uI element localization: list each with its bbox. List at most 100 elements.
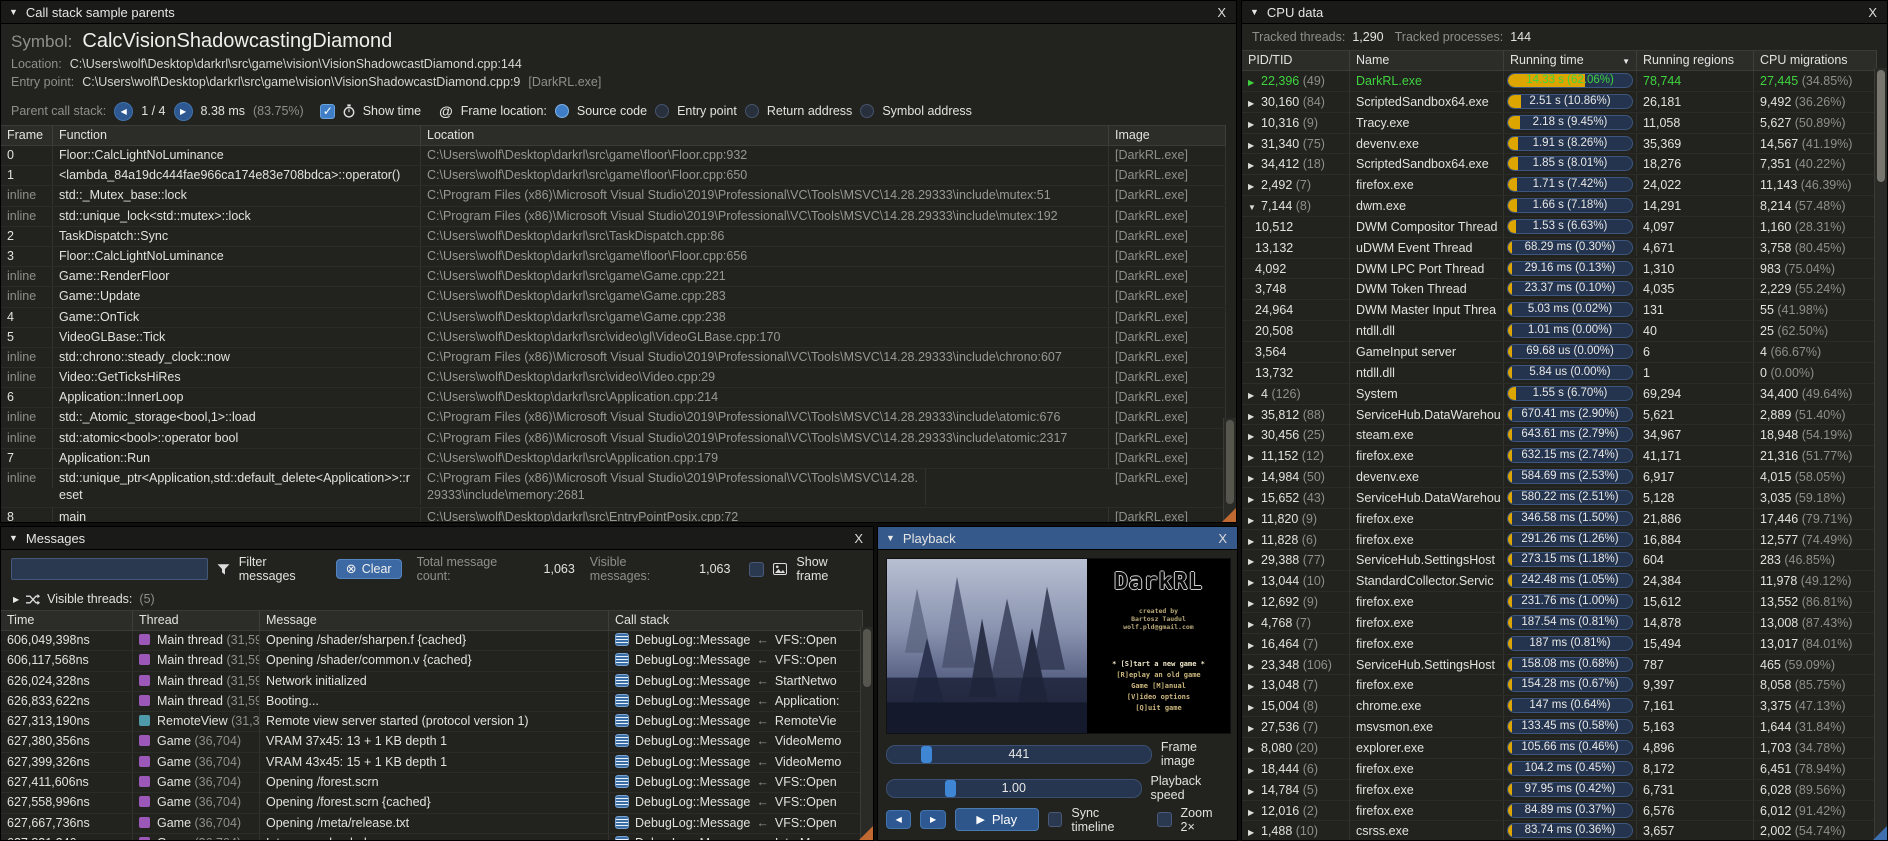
cpu-process-row[interactable]: ▶11,828 (6)firefox.exe291.26 ms (1.26%)1… <box>1242 530 1877 551</box>
cpu-process-row[interactable]: 3,748 DWM Token Thread23.37 ms (0.10%)4,… <box>1242 279 1877 300</box>
expand-icon[interactable]: ▶ <box>1248 762 1261 780</box>
message-row[interactable]: 627,380,356nsGame (36,704)VRAM 37x45: 13… <box>1 732 863 752</box>
expand-icon[interactable]: ▶ <box>1248 512 1261 530</box>
cpu-process-row[interactable]: ▶18,444 (6)firefox.exe104.2 ms (0.45%)8,… <box>1242 759 1877 780</box>
cpu-process-row[interactable]: ▶12,016 (2)firefox.exe84.89 ms (0.37%)6,… <box>1242 801 1877 822</box>
callstack-icon[interactable] <box>615 714 629 727</box>
cpu-process-row[interactable]: ▶1,488 (10)csrss.exe83.74 ms (0.36%)3,65… <box>1242 821 1877 840</box>
radio-return-address[interactable] <box>745 104 759 118</box>
callstack-table-row[interactable]: inlineGame::UpdateC:\Users\wolf\Desktop\… <box>1 287 1226 307</box>
expand-icon[interactable]: ▶ <box>1248 824 1261 840</box>
expand-icon[interactable]: ▶ <box>1248 637 1261 655</box>
message-row[interactable]: 627,831,246nsGame (36,704)Intro menu loa… <box>1 834 863 840</box>
cpu-process-row[interactable]: ▶4 (126)System1.55 s (6.70%)69,29434,400… <box>1242 384 1877 405</box>
callstack-table-row[interactable]: 7Application::RunC:\Users\wolf\Desktop\d… <box>1 449 1226 469</box>
message-row[interactable]: 626,024,328nsMain thread (31,596)Network… <box>1 672 863 692</box>
collapse-icon[interactable]: ▼ <box>886 533 895 543</box>
callstack-icon[interactable] <box>615 816 629 829</box>
cpu-process-row[interactable]: ▶8,080 (20)explorer.exe105.66 ms (0.46%)… <box>1242 738 1877 759</box>
col-header-function[interactable]: Function <box>53 126 421 145</box>
cpu-process-row[interactable]: 4,092 DWM LPC Port Thread29.16 ms (0.13%… <box>1242 259 1877 280</box>
show-time-checkbox[interactable] <box>320 104 335 119</box>
expand-icon[interactable]: ▶ <box>1248 387 1261 405</box>
cpu-process-row[interactable]: ▶29,388 (77)ServiceHub.SettingsHost273.1… <box>1242 550 1877 571</box>
next-callstack-button[interactable]: ▶ <box>174 102 193 121</box>
col-header-image[interactable]: Image <box>1109 126 1226 145</box>
expand-icon[interactable]: ▶ <box>1248 178 1261 196</box>
callstack-table-row[interactable]: 6Application::InnerLoopC:\Users\wolf\Des… <box>1 388 1226 408</box>
cpu-process-row[interactable]: 3,564 GameInput server69.68 us (0.00%)64… <box>1242 342 1877 363</box>
cpu-process-row[interactable]: ▶13,044 (10)StandardCollector.Servic242.… <box>1242 571 1877 592</box>
expand-icon[interactable]: ▶ <box>1248 783 1261 801</box>
cpu-process-row[interactable]: ▶14,784 (5)firefox.exe97.95 ms (0.42%)6,… <box>1242 780 1877 801</box>
callstack-table-row[interactable]: inlineGame::RenderFloorC:\Users\wolf\Des… <box>1 267 1226 287</box>
expand-icon[interactable]: ▶ <box>1248 574 1261 592</box>
callstack-table-row[interactable]: 4Game::OnTickC:\Users\wolf\Desktop\darkr… <box>1 308 1226 328</box>
prev-callstack-button[interactable]: ◀ <box>114 102 133 121</box>
callstack-icon[interactable] <box>615 775 629 788</box>
callstack-table-row[interactable]: 3Floor::CalcLightNoLuminanceC:\Users\wol… <box>1 247 1226 267</box>
resize-handle[interactable] <box>1222 508 1236 522</box>
cpu-process-row[interactable]: ▶23,348 (106)ServiceHub.SettingsHost158.… <box>1242 655 1877 676</box>
expand-icon[interactable]: ▶ <box>1248 449 1261 467</box>
callstack-table-row[interactable]: inlinestd::unique_lock<std::mutex>::lock… <box>1 207 1226 227</box>
sync-timeline-checkbox[interactable] <box>1048 812 1063 827</box>
callstack-icon[interactable] <box>615 755 629 768</box>
callstack-table-row[interactable]: 2TaskDispatch::SyncC:\Users\wolf\Desktop… <box>1 227 1226 247</box>
callstack-table-row[interactable]: inlinestd::chrono::steady_clock::nowC:\P… <box>1 348 1226 368</box>
cpu-process-row[interactable]: ▶10,316 (9)Tracy.exe2.18 s (9.45%)11,058… <box>1242 113 1877 134</box>
expand-icon[interactable]: ▶ <box>1248 428 1261 446</box>
resize-handle[interactable] <box>1873 826 1887 840</box>
cpu-process-row[interactable]: ▶15,652 (43)ServiceHub.DataWarehou580.22… <box>1242 488 1877 509</box>
col-header-thread[interactable]: Thread <box>133 611 260 630</box>
cpu-process-row[interactable]: ▶30,160 (84)ScriptedSandbox64.exe2.51 s … <box>1242 92 1877 113</box>
cpu-process-row[interactable]: ▶16,464 (7)firefox.exe187 ms (0.81%)15,4… <box>1242 634 1877 655</box>
cpu-process-row[interactable]: ▶11,820 (9)firefox.exe346.58 ms (1.50%)2… <box>1242 509 1877 530</box>
expand-icon[interactable]: ▶ <box>1248 470 1261 488</box>
callstack-table-row[interactable]: inlinestd::_Mutex_base::lockC:\Program F… <box>1 186 1226 206</box>
cpu-process-row[interactable]: 13,732 ntdll.dll5.84 us (0.00%)10 (0.00%… <box>1242 363 1877 384</box>
collapse-icon[interactable]: ▼ <box>1250 7 1259 17</box>
clear-button[interactable]: ⊗Clear <box>336 559 402 579</box>
message-row[interactable]: 606,117,568nsMain thread (31,596)Opening… <box>1 651 863 671</box>
message-row[interactable]: 606,049,398nsMain thread (31,596)Opening… <box>1 631 863 651</box>
callstack-icon[interactable] <box>615 674 629 687</box>
callstack-icon[interactable] <box>615 694 629 707</box>
cpu-process-row[interactable]: 24,964 DWM Master Input Threa5.03 ms (0.… <box>1242 300 1877 321</box>
cell-callstack[interactable]: DebugLog::Message←IntroMenu:: <box>609 834 863 840</box>
cell-callstack[interactable]: DebugLog::Message←VFS::Open <box>609 631 863 651</box>
cpu-process-row[interactable]: ▶15,004 (8)chrome.exe147 ms (0.64%)7,161… <box>1242 696 1877 717</box>
expand-icon[interactable]: ▶ <box>1248 616 1261 634</box>
cpu-process-row[interactable]: 20,508 ntdll.dll1.01 ms (0.00%)4025 (62.… <box>1242 321 1877 342</box>
scrollbar-thumb[interactable] <box>863 629 871 687</box>
callstack-scrollbar[interactable] <box>1223 418 1236 522</box>
expand-icon[interactable]: ▶ <box>1248 720 1261 738</box>
cell-callstack[interactable]: DebugLog::Message←Application: <box>609 692 863 712</box>
cell-callstack[interactable]: DebugLog::Message←VFS::Open <box>609 793 863 813</box>
expand-icon[interactable]: ▶ <box>1248 408 1261 426</box>
scrollbar-thumb[interactable] <box>1226 420 1234 504</box>
frame-image-slider[interactable]: 441 <box>886 745 1152 764</box>
expand-icon[interactable]: ▶ <box>1248 595 1261 613</box>
cpu-process-row[interactable]: ▶22,396 (49)DarkRL.exe14.33 s (62.06%)78… <box>1242 71 1877 92</box>
close-icon[interactable]: X <box>1215 5 1228 20</box>
close-icon[interactable]: X <box>1216 531 1229 546</box>
radio-entry-point[interactable] <box>655 104 669 118</box>
callstack-icon[interactable] <box>615 795 629 808</box>
cpu-process-row[interactable]: ▶30,456 (25)steam.exe643.61 ms (2.79%)34… <box>1242 425 1877 446</box>
expand-icon[interactable]: ▶ <box>1248 553 1261 571</box>
step-back-button[interactable]: ◀ <box>886 810 911 829</box>
radio-symbol-address[interactable] <box>860 104 874 118</box>
filter-input[interactable] <box>11 558 208 580</box>
message-row[interactable]: 626,833,622nsMain thread (31,596)Booting… <box>1 692 863 712</box>
message-row[interactable]: 627,399,326nsGame (36,704)VRAM 43x45: 15… <box>1 753 863 773</box>
close-icon[interactable]: X <box>1866 5 1879 20</box>
cpu-process-row[interactable]: ▶2,492 (7)firefox.exe1.71 s (7.42%)24,02… <box>1242 175 1877 196</box>
cpu-process-row[interactable]: 13,132 uDWM Event Thread68.29 ms (0.30%)… <box>1242 238 1877 259</box>
expand-icon[interactable]: ▶ <box>1248 95 1261 113</box>
callstack-icon[interactable] <box>615 653 629 666</box>
cpu-process-row[interactable]: ▶31,340 (75)devenv.exe1.91 s (8.26%)35,3… <box>1242 134 1877 155</box>
cpu-process-row[interactable]: ▼7,144 (8)dwm.exe1.66 s (7.18%)14,2918,2… <box>1242 196 1877 217</box>
expand-icon[interactable]: ▶ <box>1248 658 1261 676</box>
message-row[interactable]: 627,667,736nsGame (36,704)Opening /meta/… <box>1 814 863 834</box>
